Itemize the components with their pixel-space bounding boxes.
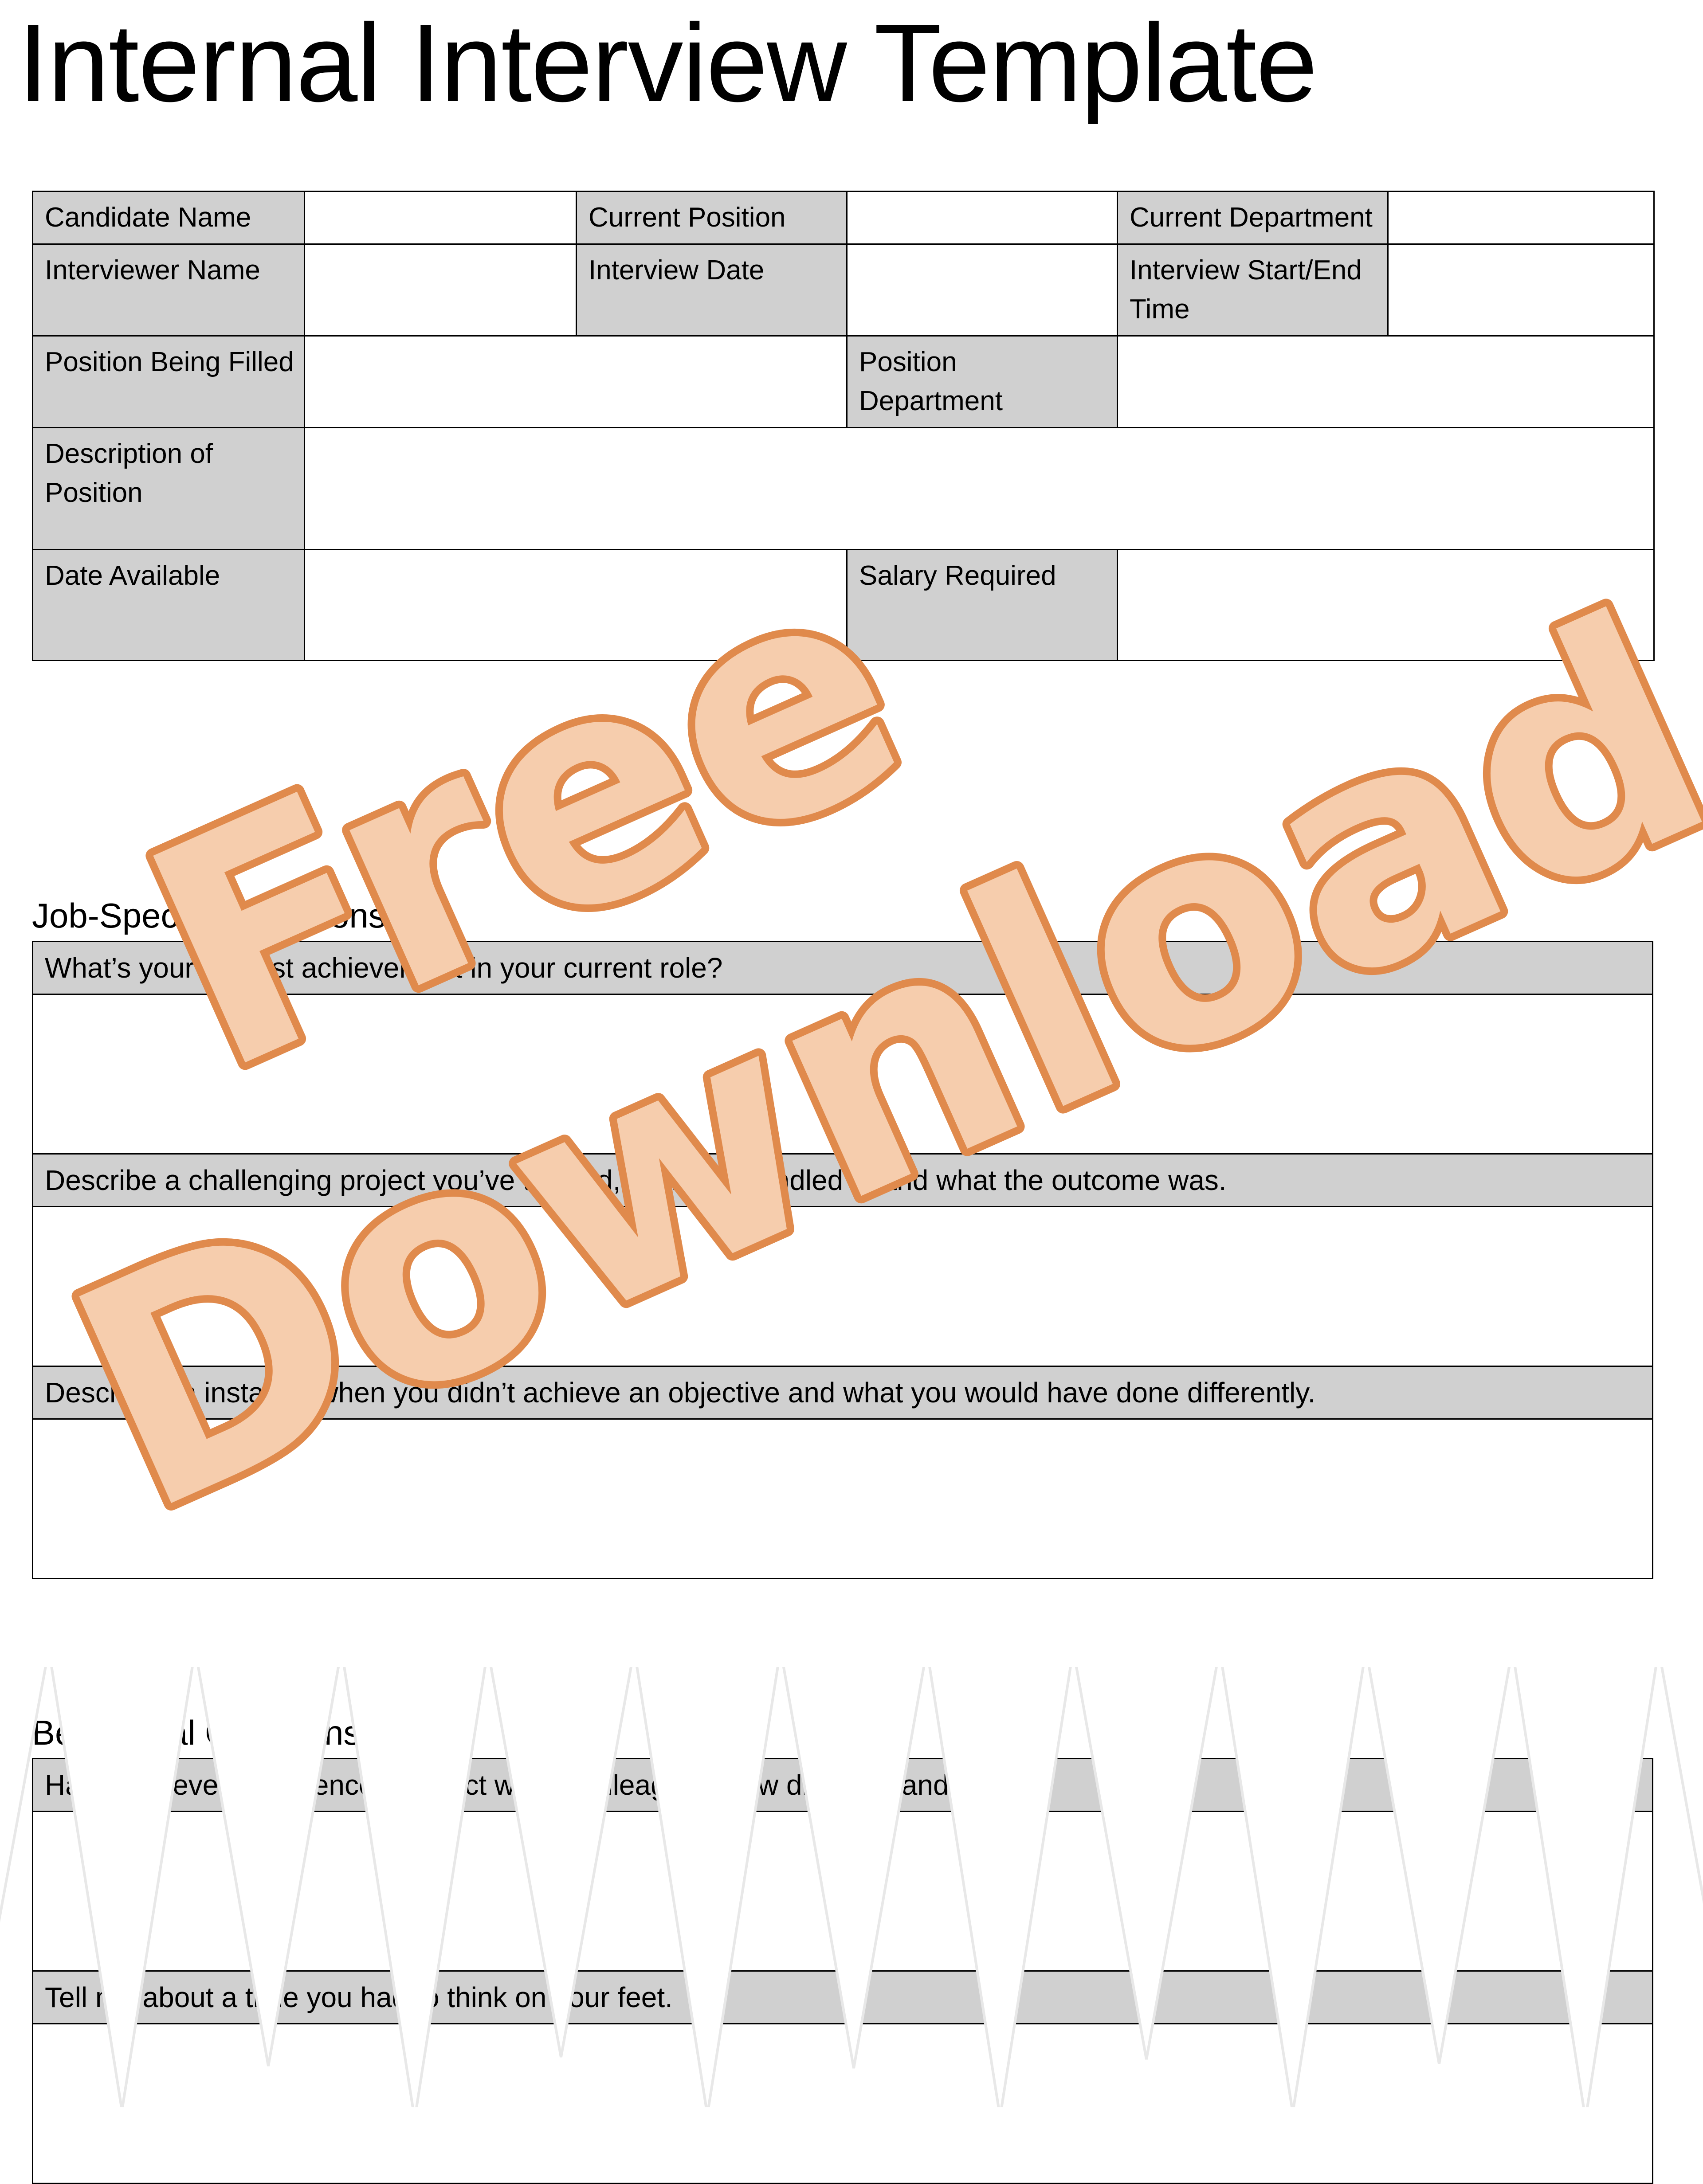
field-value-position-being-filled[interactable] (304, 335, 848, 428)
table-row (32, 1206, 1653, 1367)
table-row: Candidate Name Current Position Current … (32, 191, 1655, 245)
field-value-date-available[interactable] (304, 549, 848, 661)
field-value-interview-date[interactable] (846, 243, 1118, 337)
page-title: Internal Interview Template (18, 1, 1318, 125)
answer-cell[interactable] (32, 2023, 1653, 2184)
answer-cell[interactable] (32, 1418, 1653, 1579)
table-row: Position Being Filled Position Departmen… (32, 335, 1655, 428)
behavioral-questions-table: Have you ever experienced conflict with … (32, 1758, 1653, 2184)
field-label-interview-start-end-time: Interview Start/End Time (1117, 243, 1389, 337)
table-row (32, 994, 1653, 1155)
answer-cell[interactable] (32, 1206, 1653, 1367)
job-specific-questions-table: What’s your biggest achievement in your … (32, 941, 1653, 1579)
field-label-salary-required: Salary Required (846, 549, 1118, 661)
question-cell: Tell me about a time you had to think on… (32, 1970, 1653, 2024)
answer-cell[interactable] (32, 1811, 1653, 1972)
field-value-candidate-name[interactable] (304, 191, 577, 245)
table-row: What’s your biggest achievement in your … (32, 941, 1653, 995)
question-cell: What’s your biggest achievement in your … (32, 941, 1653, 995)
table-row: Describe a challenging project you’ve ta… (32, 1153, 1653, 1207)
table-row (32, 2023, 1653, 2184)
field-label-interviewer-name: Interviewer Name (32, 243, 305, 337)
table-row (32, 1811, 1653, 1972)
field-label-date-available: Date Available (32, 549, 305, 661)
table-row: Tell me about a time you had to think on… (32, 1970, 1653, 2024)
candidate-info-table: Candidate Name Current Position Current … (32, 191, 1655, 661)
field-value-description-of-position[interactable] (304, 427, 1655, 550)
table-row: Date Available Salary Required (32, 549, 1655, 661)
field-label-description-of-position: Description of Position (32, 427, 305, 550)
section-heading-behavioral: Behavioral Questions (32, 1713, 361, 1752)
question-cell: Describe an instance when you didn’t ach… (32, 1366, 1653, 1420)
field-label-position-department: Position Department (846, 335, 1118, 428)
table-row: Description of Position (32, 427, 1655, 550)
field-label-current-position: Current Position (576, 191, 848, 245)
question-cell: Have you ever experienced conflict with … (32, 1758, 1653, 1812)
field-value-position-department[interactable] (1117, 335, 1655, 428)
field-value-interviewer-name[interactable] (304, 243, 577, 337)
table-row: Have you ever experienced conflict with … (32, 1758, 1653, 1812)
section-heading-job-specific: Job-Specific Questions (32, 896, 386, 935)
field-label-candidate-name: Candidate Name (32, 191, 305, 245)
field-value-salary-required[interactable] (1117, 549, 1655, 661)
field-value-current-department[interactable] (1387, 191, 1655, 245)
table-row: Interviewer Name Interview Date Intervie… (32, 243, 1655, 337)
field-label-position-being-filled: Position Being Filled (32, 335, 305, 428)
table-row (32, 1418, 1653, 1579)
field-value-interview-start-end-time[interactable] (1387, 243, 1655, 337)
field-label-current-department: Current Department (1117, 191, 1389, 245)
question-cell: Describe a challenging project you’ve ta… (32, 1153, 1653, 1207)
table-row: Describe an instance when you didn’t ach… (32, 1366, 1653, 1420)
field-label-interview-date: Interview Date (576, 243, 848, 337)
field-value-current-position[interactable] (846, 191, 1118, 245)
answer-cell[interactable] (32, 994, 1653, 1155)
